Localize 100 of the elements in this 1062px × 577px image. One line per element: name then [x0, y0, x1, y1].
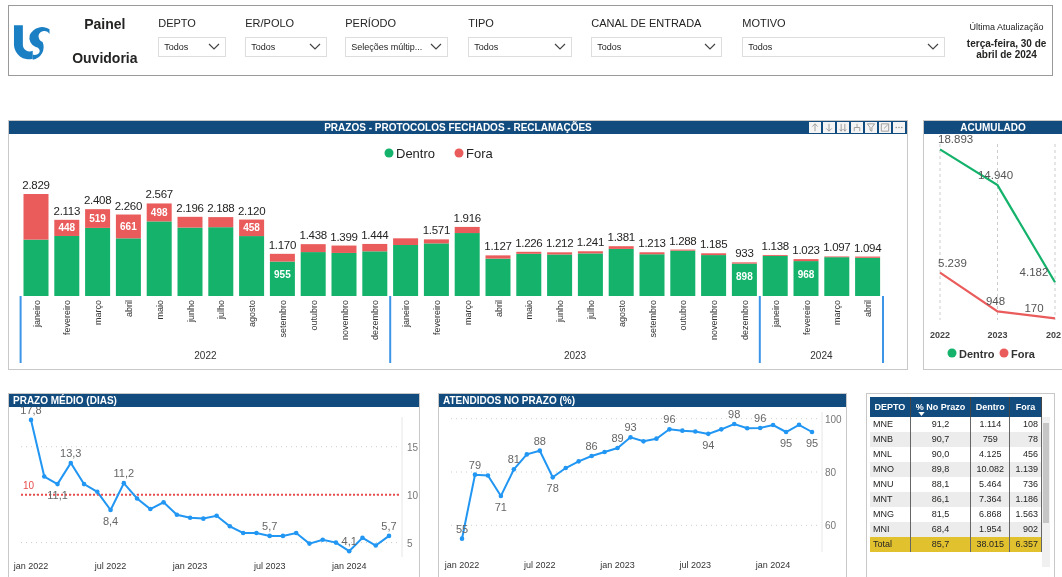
data-point	[537, 448, 543, 453]
chevron-icon	[704, 43, 717, 50]
table-cell: 5.464	[970, 477, 1010, 492]
total-label: 2.408	[83, 194, 112, 207]
column-header[interactable]: DEPTO	[874, 402, 906, 412]
month-label: março	[832, 300, 843, 325]
month-label: maio	[154, 300, 165, 320]
table-cell: MNO	[870, 462, 911, 477]
expand-icon[interactable]	[879, 122, 891, 133]
data-point	[654, 436, 659, 441]
data-point	[563, 465, 568, 471]
chevron-icon	[927, 43, 940, 50]
month-label: novembro	[339, 300, 350, 341]
bar-value-label: 898	[736, 271, 753, 283]
data-label: 86	[585, 440, 598, 452]
data-label: 14.940	[977, 169, 1014, 182]
filter-dropdown[interactable]: Todos	[158, 36, 227, 57]
data-label: 71	[494, 501, 507, 513]
table-cell: 81,5	[910, 507, 971, 522]
data-label: 78	[546, 482, 559, 495]
data-point	[267, 533, 272, 539]
data-point	[307, 541, 312, 546]
month-label: dezembro	[739, 300, 750, 341]
data-label: 96	[754, 412, 767, 424]
reference-label: 10	[23, 479, 35, 491]
data-point	[757, 425, 763, 431]
axis-tick-label: 10	[407, 489, 419, 501]
bar-value-label: 968	[797, 268, 815, 280]
filter-label: ER/POLO	[245, 16, 296, 29]
axis-tick-label: jul 2022	[94, 561, 127, 571]
data-point	[615, 445, 620, 451]
month-label: dezembro	[370, 300, 381, 341]
panel-title: ATENDIDOS NO PRAZO (%)	[439, 394, 846, 407]
filter-dropdown[interactable]: Todos	[742, 36, 946, 57]
data-point	[680, 428, 685, 433]
more-icon[interactable]	[893, 122, 905, 133]
month-label: maio	[524, 300, 535, 320]
filter-dropdown[interactable]: Todos	[591, 36, 723, 57]
table-cell: 10.082	[970, 462, 1010, 477]
month-label: outubro	[308, 300, 319, 331]
data-point	[240, 530, 246, 536]
data-label: 79	[468, 458, 482, 471]
filter-dropdown[interactable]: Todos	[245, 36, 328, 57]
data-point	[511, 467, 517, 472]
total-label: 1.185	[699, 238, 728, 251]
total-label: 1.444	[361, 228, 389, 241]
axis-tick-label: 15	[407, 441, 419, 453]
table-cell: 4.125	[970, 447, 1010, 462]
data-point	[254, 530, 259, 536]
legend-label: Dentro	[396, 146, 436, 161]
hierarchy-icon[interactable]	[851, 122, 863, 133]
table-cell: 6.868	[970, 507, 1010, 522]
month-label: junho	[185, 300, 196, 323]
axis-tick-label: jul 2022	[524, 560, 556, 570]
total-cell: 6.357	[1009, 537, 1042, 552]
table-cell: 89,8	[910, 462, 971, 477]
filter-icon[interactable]	[865, 122, 877, 133]
table-cell: 456	[1009, 447, 1042, 462]
table-cell: 108	[1009, 417, 1042, 432]
table-cell: 902	[1009, 522, 1042, 537]
chevron-icon	[554, 43, 567, 50]
filter-dropdown[interactable]: Todos	[468, 36, 573, 57]
arrow-down-icon[interactable]	[823, 122, 835, 133]
data-point	[134, 496, 140, 501]
scrollbar[interactable]	[1042, 417, 1050, 567]
update-date: terça-feira, 30 de abril de 2024	[965, 37, 1048, 60]
total-label: 1.381	[607, 231, 635, 244]
data-point	[693, 429, 698, 434]
data-label: 18.893	[938, 134, 974, 146]
table-cell: MNU	[870, 477, 911, 492]
column-header[interactable]: % No Prazo	[915, 402, 966, 412]
month-label: novembro	[709, 300, 720, 341]
table-cell: MNG	[870, 507, 911, 522]
total-label: 2.196	[176, 201, 204, 214]
data-label: 81	[507, 453, 520, 466]
data-label: 95	[805, 437, 819, 449]
total-label: 2.120	[237, 204, 266, 217]
chevron-icon	[309, 43, 322, 50]
column-header[interactable]: Fora	[1015, 402, 1036, 412]
data-point	[602, 449, 607, 455]
data-point	[783, 429, 789, 435]
panel-title: ACUMULADO	[924, 121, 1062, 134]
table-cell: MNI	[870, 522, 911, 537]
data-label: 94	[702, 438, 715, 451]
filter-label: DEPTO	[158, 16, 197, 29]
month-label: janeiro	[401, 300, 412, 328]
arrow-up-icon[interactable]	[809, 122, 821, 133]
axis-tick-label: jan 2024	[331, 561, 367, 571]
filter-dropdown[interactable]: Seleções múltip...	[345, 36, 449, 57]
data-label: 17,8	[20, 407, 42, 416]
column-header[interactable]: Dentro	[975, 402, 1005, 412]
data-point	[148, 506, 153, 512]
data-point	[81, 481, 87, 487]
filter-label: MOTIVO	[742, 16, 787, 29]
data-label: 8,4	[102, 515, 119, 527]
total-label: 1.212	[545, 237, 574, 250]
total-label: 1.226	[515, 236, 543, 249]
data-point	[576, 459, 581, 464]
double-arrow-down-icon[interactable]	[837, 122, 849, 133]
data-point	[360, 535, 365, 541]
